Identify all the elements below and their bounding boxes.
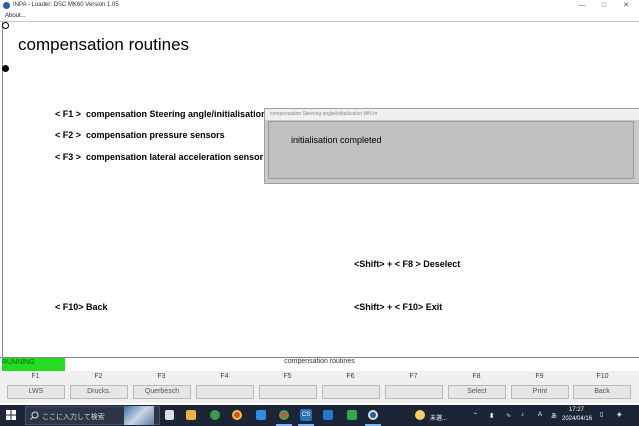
dialog-body: initialisation completed xyxy=(268,121,634,179)
notification-icon[interactable]: ▯ xyxy=(600,411,603,418)
fkey-label-f3: F3 xyxy=(157,373,166,380)
ring-marker-icon xyxy=(2,22,9,29)
fkey-button-f10[interactable]: Back xyxy=(573,385,631,399)
search-icon xyxy=(30,411,39,420)
title-bar: INPA - Loader: DSC MK60 Version 1.05 — □… xyxy=(0,0,639,12)
clock-time[interactable]: 17:27 xyxy=(569,407,584,413)
menu-item-key: < F1 > xyxy=(55,109,82,119)
menu-about[interactable]: About... xyxy=(5,13,26,19)
fkey-label-f2: F2 xyxy=(94,373,103,380)
shortcut-back: < F10> Back xyxy=(55,302,108,312)
task-view-icon[interactable] xyxy=(165,410,174,420)
fkey-button-f4[interactable] xyxy=(196,385,254,399)
tray-chevron-up-icon[interactable]: ⌃ xyxy=(473,412,478,419)
menu-item-f1[interactable]: < F1 > compensation Steering angle/initi… xyxy=(55,109,267,119)
minimize-button[interactable]: — xyxy=(575,1,589,11)
function-key-bar: F1 F2 F3 F4 F5 F6 F7 F8 F9 F10 LWS Druck… xyxy=(0,371,639,403)
window-title: INPA - Loader: DSC MK60 Version 1.05 xyxy=(13,2,119,8)
menu-bar: About... xyxy=(0,12,639,21)
fkey-button-f1[interactable]: LWS xyxy=(7,385,65,399)
fkey-button-f7[interactable] xyxy=(385,385,443,399)
fkey-button-f6[interactable] xyxy=(322,385,380,399)
menu-item-f2[interactable]: < F2 > compensation pressure sensors xyxy=(55,130,225,140)
fkey-button-f5[interactable] xyxy=(259,385,317,399)
cs-icon[interactable]: CS xyxy=(300,409,312,421)
explorer-window-icon[interactable] xyxy=(323,410,333,420)
info-dialog: compensation Steering angle/initialisati… xyxy=(264,108,639,184)
search-placeholder: ここに入力して検索 xyxy=(42,414,105,421)
fkey-label-f8: F8 xyxy=(472,373,481,380)
shortcut-deselect: <Shift> + < F8 > Deselect xyxy=(354,259,461,269)
close-button[interactable]: ✕ xyxy=(619,1,633,11)
inpa-app-icon xyxy=(3,2,10,9)
menu-item-label: compensation lateral acceleration sensor xyxy=(86,152,264,162)
speaker-icon[interactable]: ♪ xyxy=(521,412,524,418)
menu-item-key: < F3 > xyxy=(55,152,82,162)
fkey-label-f10: F10 xyxy=(596,373,609,380)
weather-text: 未選... xyxy=(430,416,448,422)
fkey-label-f7: F7 xyxy=(409,373,418,380)
fkey-label-f9: F9 xyxy=(535,373,544,380)
menu-item-label: compensation Steering angle/initialisati… xyxy=(86,109,267,119)
fkey-button-f3[interactable]: Querbesch xyxy=(133,385,191,399)
fkey-button-f2[interactable]: Drucks. xyxy=(70,385,128,399)
language-icon[interactable]: A xyxy=(538,412,542,418)
windows-start-icon[interactable] xyxy=(6,410,16,420)
fkey-label-f4: F4 xyxy=(220,373,229,380)
chrome-icon[interactable] xyxy=(279,410,289,420)
ime-icon[interactable]: あ xyxy=(551,411,557,420)
download-icon[interactable] xyxy=(347,410,357,420)
weather-icon[interactable] xyxy=(415,410,425,420)
status-text: compensation routines xyxy=(284,358,355,365)
dialog-message: initialisation completed xyxy=(291,135,382,145)
wifi-icon[interactable]: ∿ xyxy=(506,412,511,419)
menu-item-key: < F2 > xyxy=(55,130,82,140)
clock-date[interactable]: 2024/04/16 xyxy=(562,416,592,422)
explorer-icon[interactable] xyxy=(186,410,196,420)
search-highlight-image xyxy=(124,406,154,425)
dialog-title: compensation Steering angle/initialisati… xyxy=(265,109,639,120)
battery-icon[interactable]: ▮ xyxy=(490,412,493,419)
fkey-label-f5: F5 xyxy=(283,373,292,380)
vscode-icon[interactable] xyxy=(256,410,266,420)
bmw-icon[interactable] xyxy=(368,410,378,420)
edge-icon[interactable] xyxy=(210,410,220,420)
bullet-dot-icon xyxy=(2,65,9,72)
maximize-button[interactable]: □ xyxy=(597,1,611,11)
fkey-label-f6: F6 xyxy=(346,373,355,380)
accessibility-icon[interactable]: ◈ xyxy=(617,411,622,418)
menu-item-f3[interactable]: < F3 > compensation lateral acceleration… xyxy=(55,152,263,162)
fkey-button-f9[interactable]: Print xyxy=(511,385,569,399)
chrome-icon[interactable] xyxy=(232,410,242,420)
menu-item-label: compensation pressure sensors xyxy=(86,130,225,140)
shortcut-exit: <Shift> + < F10> Exit xyxy=(354,302,443,312)
fkey-label-f1: F1 xyxy=(31,373,40,380)
page-title: compensation routines xyxy=(18,35,190,54)
fkey-button-f8[interactable]: Select xyxy=(448,385,506,399)
